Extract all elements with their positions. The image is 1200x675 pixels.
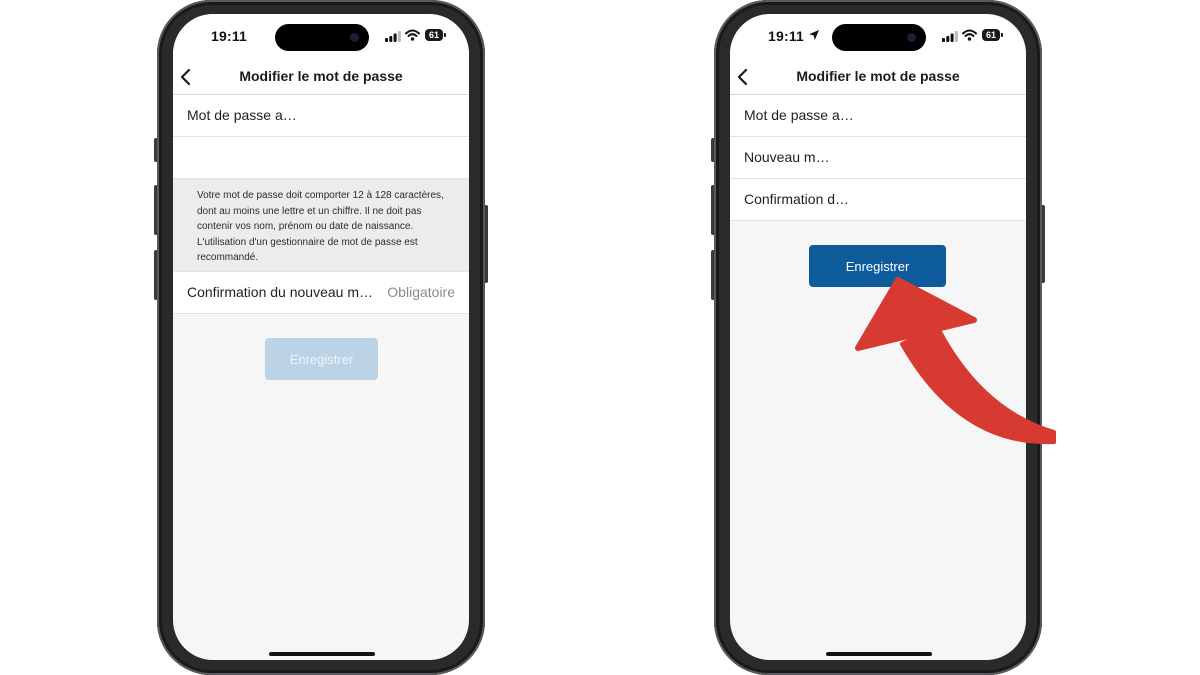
home-indicator <box>269 652 375 656</box>
confirm-password-field[interactable]: Confirmation du nouveau m… Obligatoire <box>173 272 469 314</box>
dynamic-island <box>275 24 369 51</box>
status-bar: 19:11 61 <box>173 14 469 60</box>
page-title: Modifier le mot de passe <box>796 68 960 84</box>
nav-bar: Modifier le mot de passe <box>730 60 1026 95</box>
status-time: 19:11 <box>211 28 248 44</box>
camera-dot <box>907 33 916 42</box>
phone-left: 19:11 61 Modifier le mot de passe Mot de… <box>154 0 488 675</box>
wifi-icon <box>405 29 420 41</box>
location-arrow-icon <box>809 30 819 40</box>
status-bar: 19:11 61 <box>730 14 1026 60</box>
signal-icon <box>942 31 958 42</box>
dynamic-island <box>832 24 926 51</box>
battery-tip <box>444 33 446 37</box>
confirm-password-label: Confirmation d… <box>744 191 850 207</box>
current-password-label: Mot de passe a… <box>744 107 854 123</box>
confirm-password-placeholder: Obligatoire <box>387 284 455 300</box>
save-button-disabled[interactable]: Enregistrer <box>265 338 378 380</box>
status-time: 19:11 <box>768 28 805 44</box>
signal-icon <box>385 31 401 42</box>
password-requirements-hint: Votre mot de passe doit comporter 12 à 1… <box>173 179 469 272</box>
nav-bar: Modifier le mot de passe <box>173 60 469 95</box>
battery-level: 61 <box>425 29 443 41</box>
annotation-arrow <box>855 277 1056 445</box>
wifi-icon <box>962 29 977 41</box>
battery-icon: 61 <box>425 29 447 41</box>
page-title: Modifier le mot de passe <box>239 68 403 84</box>
new-password-label: Nouveau m… <box>744 149 830 165</box>
new-password-field[interactable] <box>173 137 469 179</box>
camera-dot <box>350 33 359 42</box>
confirm-password-label: Confirmation du nouveau m… <box>187 284 373 300</box>
battery-tip <box>1001 33 1003 37</box>
current-password-field[interactable]: Mot de passe a… <box>173 95 469 137</box>
confirm-password-field[interactable]: Confirmation d… <box>730 179 1026 221</box>
home-indicator <box>826 652 932 656</box>
battery-icon: 61 <box>982 29 1004 41</box>
new-password-field[interactable]: Nouveau m… <box>730 137 1026 179</box>
screen: 19:11 61 Modifier le mot de passe Mot de… <box>173 14 469 660</box>
current-password-field[interactable]: Mot de passe a… <box>730 95 1026 137</box>
current-password-label: Mot de passe a… <box>187 107 297 123</box>
battery-level: 61 <box>982 29 1000 41</box>
hint-text: Votre mot de passe doit comporter 12 à 1… <box>197 190 444 263</box>
